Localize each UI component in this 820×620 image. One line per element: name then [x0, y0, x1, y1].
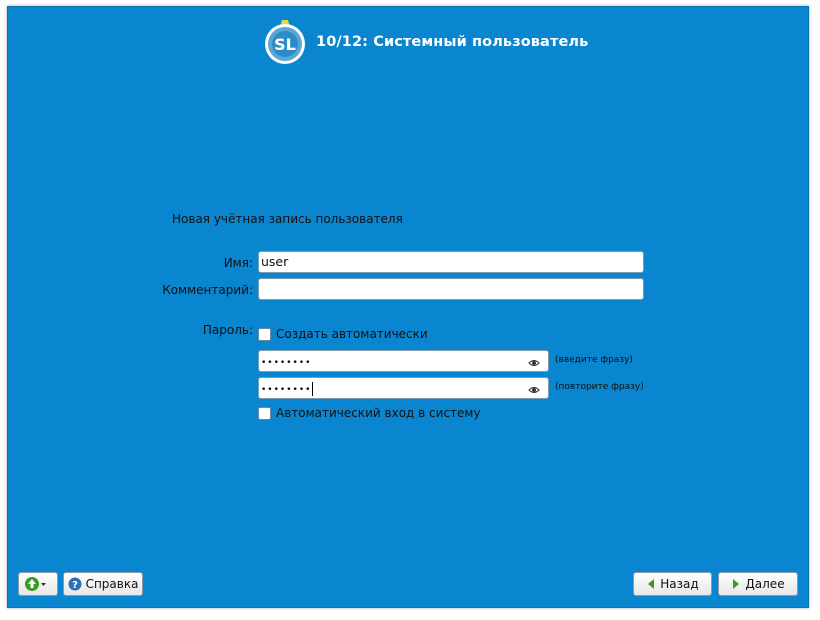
- svg-text:?: ?: [72, 580, 78, 591]
- autologin-checkbox[interactable]: [258, 406, 271, 420]
- comment-label: Комментарий:: [162, 283, 253, 297]
- logo-text: SL: [274, 35, 296, 54]
- green-arrow-dropdown-icon: [25, 577, 46, 591]
- actions-menu-button[interactable]: [18, 572, 58, 596]
- header: SL 10/12: Системный пользователь: [262, 19, 588, 65]
- password-value: ••••••••: [261, 358, 312, 368]
- distribution-logo: SL: [262, 19, 308, 65]
- auto-create-label: Создать автоматически: [276, 327, 428, 341]
- back-label: Назад: [660, 577, 699, 591]
- text-caret: [312, 381, 314, 396]
- show-password-repeat-eye-icon[interactable]: [528, 382, 540, 402]
- name-input[interactable]: user: [258, 251, 644, 273]
- section-title: Новая учётная запись пользователя: [172, 212, 403, 226]
- password-repeat-value: ••••••••: [261, 385, 312, 395]
- comment-input[interactable]: [258, 278, 644, 300]
- back-arrow-icon: [648, 579, 655, 589]
- next-button[interactable]: Далее: [718, 572, 798, 596]
- auto-create-checkbox[interactable]: [258, 327, 271, 341]
- installer-window: SL 10/12: Системный пользователь Новая у…: [7, 6, 809, 608]
- help-icon: ?: [68, 577, 82, 591]
- name-label: Имя:: [223, 256, 253, 270]
- password-label: Пароль:: [202, 323, 253, 337]
- help-label: Справка: [85, 577, 139, 591]
- password-repeat-hint: (повторите фразу): [555, 382, 644, 392]
- password-hint: (введите фразу): [555, 355, 633, 365]
- password-repeat-input[interactable]: ••••••••: [258, 377, 549, 399]
- autologin-label: Автоматический вход в систему: [276, 406, 481, 420]
- auto-create-row[interactable]: Создать автоматически: [258, 327, 428, 341]
- page-title: 10/12: Системный пользователь: [316, 34, 589, 50]
- help-button[interactable]: ? Справка: [63, 572, 143, 596]
- password-input[interactable]: ••••••••: [258, 350, 549, 372]
- next-label: Далее: [745, 577, 785, 591]
- autologin-row[interactable]: Автоматический вход в систему: [258, 406, 481, 420]
- show-password-eye-icon[interactable]: [528, 355, 540, 375]
- back-button[interactable]: Назад: [633, 572, 712, 596]
- next-arrow-icon: [733, 579, 740, 589]
